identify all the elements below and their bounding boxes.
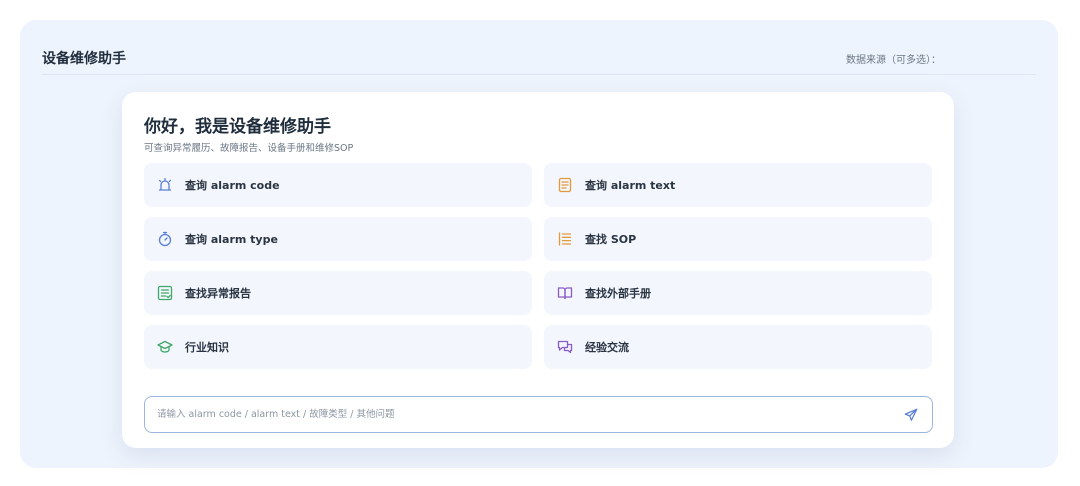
action-experience-exchange[interactable]: 经验交流 xyxy=(544,325,932,369)
action-label: 查询 alarm type xyxy=(185,233,278,246)
graduation-cap-icon xyxy=(156,338,174,356)
send-icon xyxy=(904,408,918,421)
alarm-bell-icon xyxy=(156,176,174,194)
header-divider xyxy=(42,74,1036,75)
chat-bubbles-icon xyxy=(556,338,574,356)
list-icon xyxy=(556,230,574,248)
action-query-alarm-text[interactable]: 查询 alarm text xyxy=(544,163,932,207)
action-query-alarm-code[interactable]: 查询 alarm code xyxy=(144,163,532,207)
send-button[interactable] xyxy=(900,404,922,426)
page-title: 设备维修助手 xyxy=(42,51,126,67)
action-label: 查找外部手册 xyxy=(585,287,651,300)
action-query-alarm-type[interactable]: 查询 alarm type xyxy=(144,217,532,261)
action-label: 查找异常报告 xyxy=(185,287,251,300)
open-book-icon xyxy=(556,284,574,302)
action-label: 查询 alarm code xyxy=(185,179,280,192)
assistant-greeting: 你好，我是设备维修助手 xyxy=(144,117,331,137)
action-find-anomaly-report[interactable]: 查找异常报告 xyxy=(144,271,532,315)
action-find-external-manual[interactable]: 查找外部手册 xyxy=(544,271,932,315)
document-text-icon xyxy=(556,176,574,194)
query-input-box xyxy=(144,396,933,433)
data-source-label: 数据来源（可多选）： xyxy=(846,55,941,66)
action-industry-knowledge[interactable]: 行业知识 xyxy=(144,325,532,369)
query-input[interactable] xyxy=(145,397,900,432)
action-label: 查找 SOP xyxy=(585,233,637,246)
action-find-sop[interactable]: 查找 SOP xyxy=(544,217,932,261)
report-icon xyxy=(156,284,174,302)
assistant-subtitle: 可查询异常履历、故障报告、设备手册和维修SOP xyxy=(144,143,354,154)
action-label: 查询 alarm text xyxy=(585,179,676,192)
action-label: 行业知识 xyxy=(185,341,229,354)
assistant-card: 你好，我是设备维修助手 可查询异常履历、故障报告、设备手册和维修SOP 查询 a… xyxy=(122,92,954,448)
app-panel: 设备维修助手 数据来源（可多选）： 你好，我是设备维修助手 可查询异常履历、故障… xyxy=(20,20,1058,468)
stopwatch-icon xyxy=(156,230,174,248)
action-label: 经验交流 xyxy=(585,341,629,354)
